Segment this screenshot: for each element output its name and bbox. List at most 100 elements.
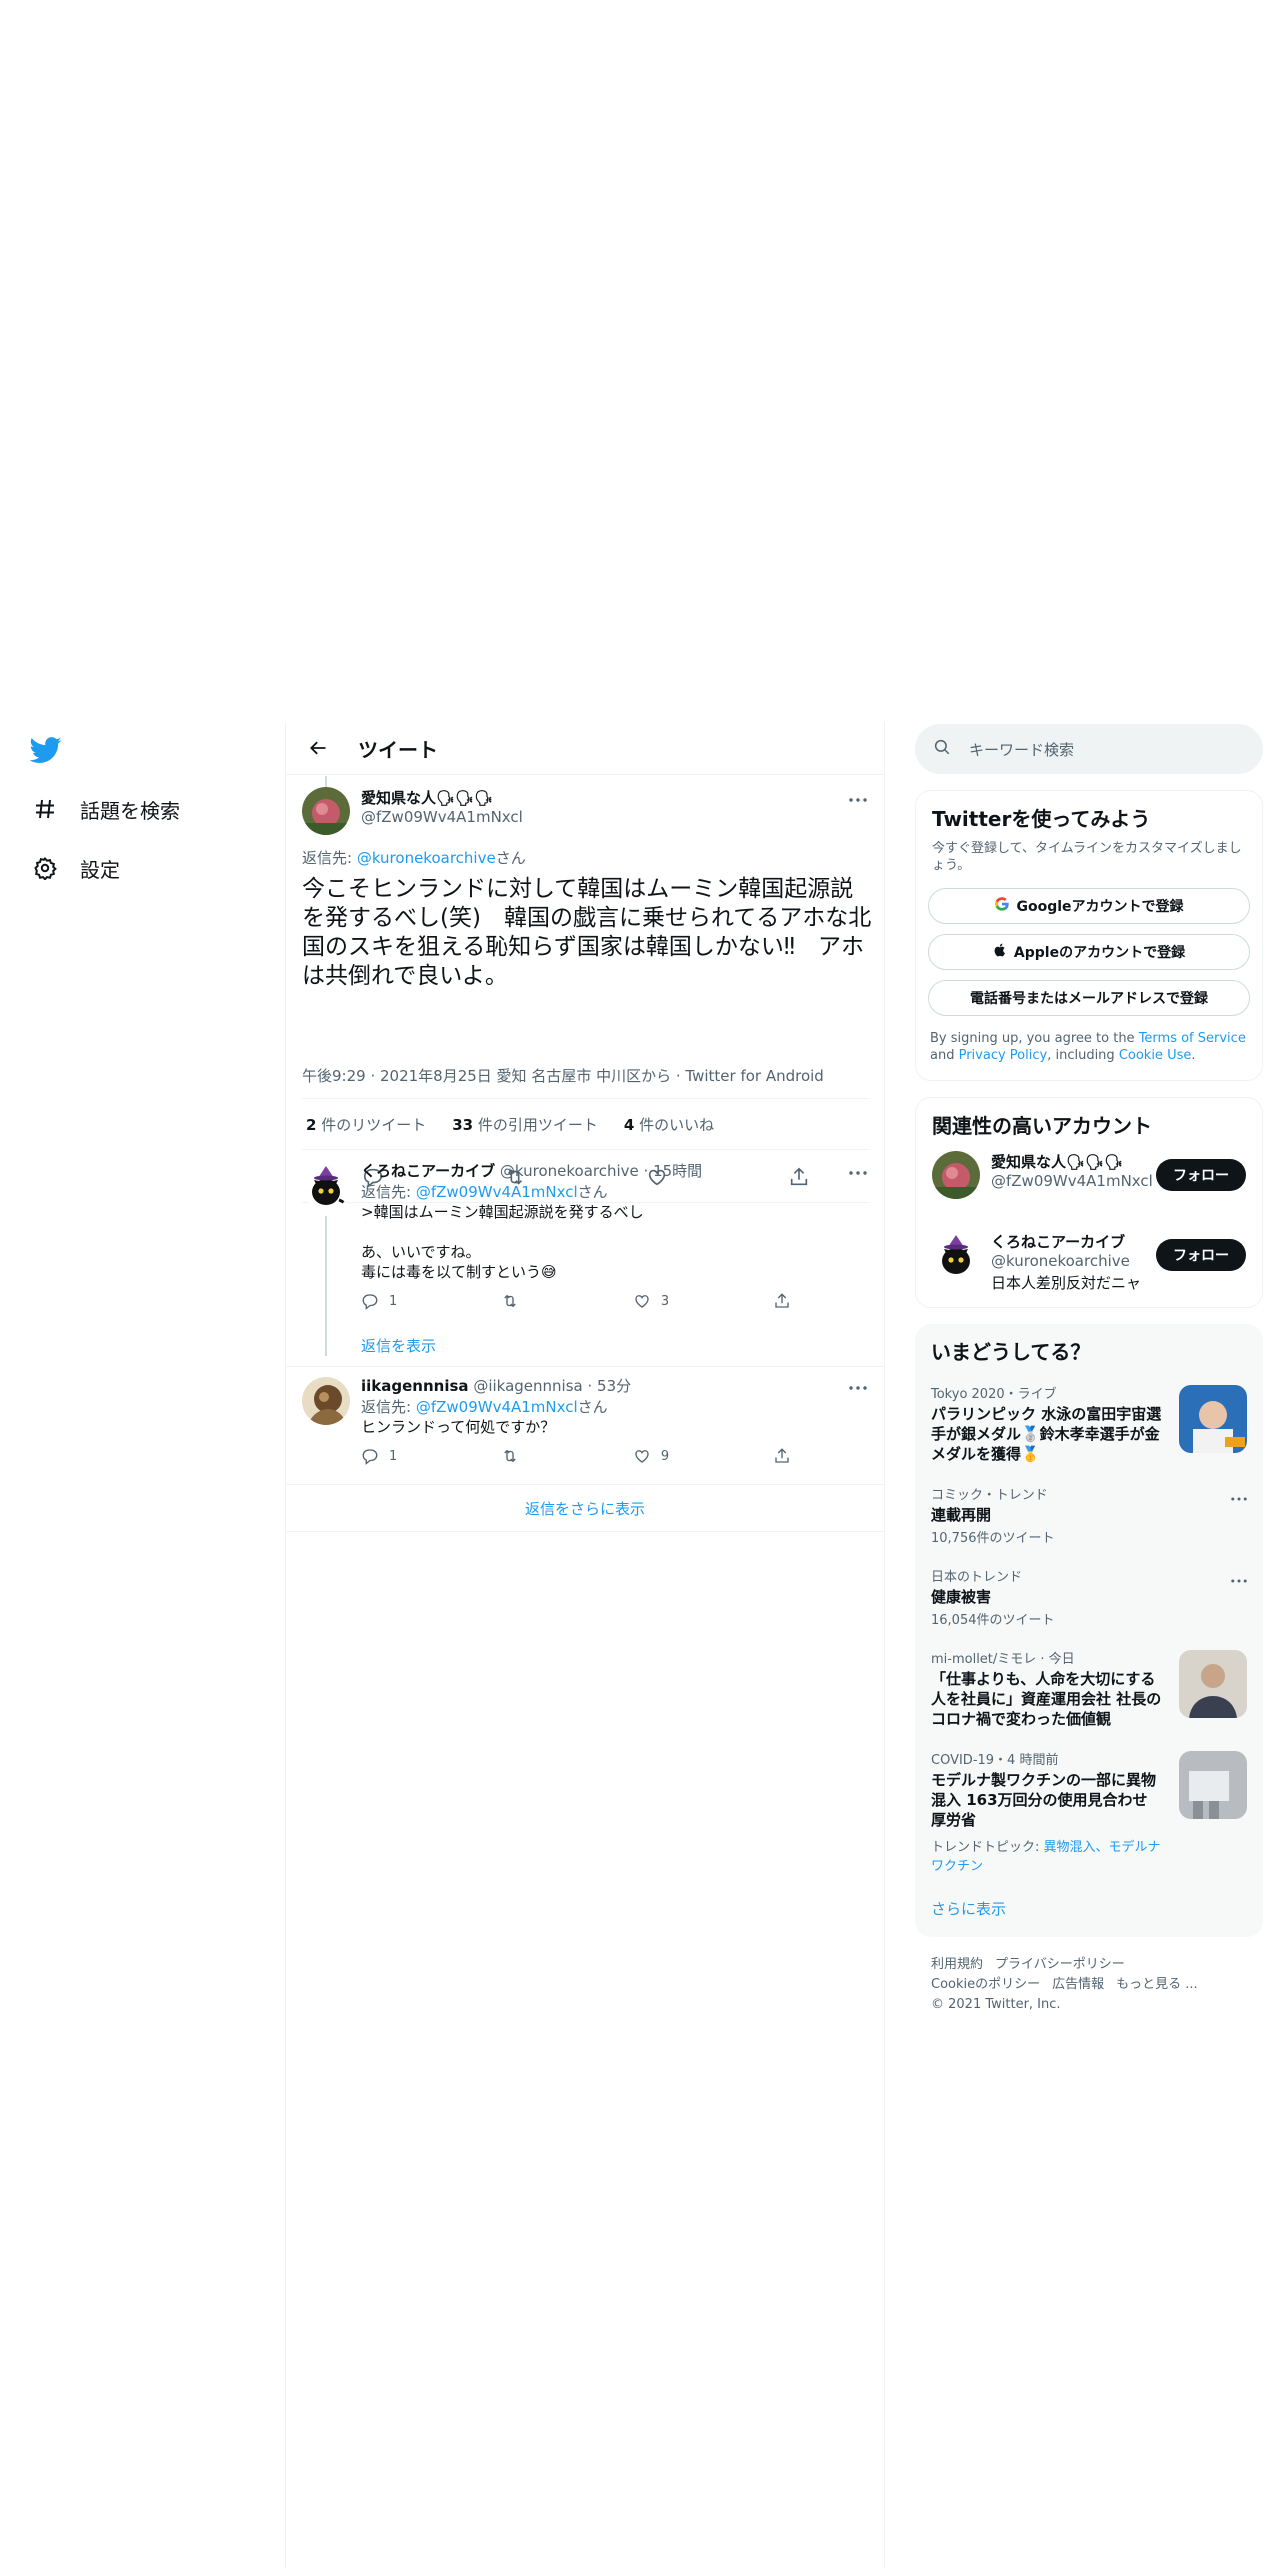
show-replies-link[interactable]: 返信を表示 bbox=[361, 1335, 436, 1356]
retweet-icon[interactable] bbox=[501, 1292, 529, 1310]
reply-suffix: さん bbox=[577, 1398, 608, 1416]
footer-link[interactable]: 広告情報 bbox=[1052, 1977, 1104, 1992]
google-signup-button[interactable]: Googleアカウントで登録 bbox=[928, 888, 1250, 924]
trend-item[interactable]: COVID-19・4 時間前 モデルナ製ワクチンの一部に異物混入 163万回分の… bbox=[915, 1739, 1263, 1884]
likes-stat[interactable]: 4 件のいいね bbox=[624, 1114, 714, 1135]
phone-email-signup-label: 電話番号またはメールアドレスで登録 bbox=[970, 991, 1208, 1007]
more-options-icon[interactable] bbox=[846, 1164, 870, 1182]
more-options-icon[interactable] bbox=[846, 1379, 870, 1397]
terms-link[interactable]: Terms of Service bbox=[1139, 1031, 1246, 1046]
trend-item[interactable]: 日本のトレンド 健康被害 16,054件のツイート bbox=[915, 1556, 1263, 1638]
signup-subtitle: 今すぐ登録して、タイムラインをカスタマイズしましょう。 bbox=[932, 841, 1242, 873]
reply-to-link[interactable]: @fZw09Wv4A1mNxcl bbox=[416, 1398, 578, 1416]
reply-tweet[interactable]: くろねこアーカイブ @kuronekoarchive · 15時間 返信先: @… bbox=[286, 1152, 884, 1356]
related-title: 関連性の高いアカウント bbox=[932, 1114, 1152, 1138]
avatar[interactable] bbox=[302, 787, 350, 835]
show-more-replies-button[interactable]: 返信をさらに表示 bbox=[286, 1484, 884, 1532]
trend-item[interactable]: コミック・トレンド 連載再開 10,756件のツイート bbox=[915, 1474, 1263, 1556]
search-icon bbox=[933, 738, 951, 760]
search-bar[interactable]: キーワード検索 bbox=[915, 724, 1263, 774]
main-column: ツイート 愛知県な人🗣🗣🗣 @fZw09Wv4A1mNxcl 返信先: @kur… bbox=[285, 722, 885, 2568]
follow-button[interactable]: フォロー bbox=[1156, 1159, 1246, 1191]
cookie-link[interactable]: Cookie Use bbox=[1119, 1048, 1192, 1063]
timestamp[interactable]: · 15時間 bbox=[639, 1162, 703, 1180]
more-options-icon[interactable] bbox=[1231, 1568, 1247, 1587]
display-name[interactable]: 愛知県な人🗣🗣🗣 bbox=[361, 787, 523, 808]
trend-context: Tokyo 2020・ライブ bbox=[931, 1387, 1057, 1402]
timestamp[interactable]: · 53分 bbox=[583, 1377, 631, 1395]
display-name[interactable]: くろねこアーカイブ bbox=[991, 1231, 1141, 1252]
trend-item[interactable]: mi-mollet/ミモレ · 今日 「仕事よりも、人命を大切にする人を社員に」… bbox=[915, 1638, 1263, 1739]
footer-link[interactable]: Cookieのポリシー bbox=[931, 1977, 1040, 1992]
tweet-author[interactable]: iikagennnisa @iikagennnisa · 53分 bbox=[361, 1375, 868, 1396]
reply-suffix: さん bbox=[577, 1183, 608, 1201]
trend-title: パラリンピック 水泳の富田宇宙選手が銀メダル🥈鈴木孝幸選手が金メダルを獲得🥇 bbox=[931, 1405, 1162, 1463]
related-accounts-card: 関連性の高いアカウント 愛知県な人🗣🗣🗣 @fZw09Wv4A1mNxcl フォ… bbox=[915, 1097, 1263, 1308]
trends-title: いまどうしてる？ bbox=[931, 1340, 1091, 1364]
footer-link[interactable]: もっと見る ... bbox=[1116, 1977, 1198, 1992]
trend-count: 10,756件のツイート bbox=[931, 1531, 1055, 1546]
reply-prefix: 返信先: bbox=[302, 849, 357, 867]
trend-thumbnail bbox=[1179, 1650, 1247, 1718]
avatar[interactable] bbox=[932, 1231, 980, 1279]
twitter-logo-icon[interactable] bbox=[29, 734, 66, 770]
reply-context: 返信先: @kuronekoarchiveさん bbox=[302, 847, 526, 868]
reply-icon[interactable]: 1 bbox=[361, 1447, 397, 1465]
trend-item[interactable]: Tokyo 2020・ライブ パラリンピック 水泳の富田宇宙選手が銀メダル🥈鈴木… bbox=[915, 1373, 1263, 1474]
reply-icon[interactable]: 1 bbox=[361, 1292, 397, 1310]
reply-tweet[interactable]: iikagennnisa @iikagennnisa · 53分 返信先: @f… bbox=[286, 1367, 884, 1477]
display-name[interactable]: iikagennnisa bbox=[361, 1377, 469, 1395]
hashtag-icon bbox=[30, 794, 60, 824]
trend-count: 16,054件のツイート bbox=[931, 1613, 1055, 1628]
tos-text: , including bbox=[1047, 1048, 1119, 1063]
retweet-icon[interactable] bbox=[501, 1447, 529, 1465]
copyright: © 2021 Twitter, Inc. bbox=[931, 1997, 1061, 2012]
thread-line bbox=[325, 1216, 327, 1356]
privacy-link[interactable]: Privacy Policy bbox=[959, 1048, 1048, 1063]
tos-text: By signing up, you agree to the bbox=[930, 1031, 1139, 1046]
tweet-meta[interactable]: 午後9:29 · 2021年8月25日 愛知 名古屋市 中川区から · Twit… bbox=[302, 1065, 824, 1086]
user-handle[interactable]: @kuronekoarchive bbox=[500, 1162, 639, 1180]
avatar[interactable] bbox=[302, 1162, 350, 1210]
follow-button[interactable]: フォロー bbox=[1156, 1239, 1246, 1271]
trend-thumbnail bbox=[1179, 1385, 1247, 1453]
avatar[interactable] bbox=[932, 1151, 980, 1199]
tweet-author[interactable]: 愛知県な人🗣🗣🗣 @fZw09Wv4A1mNxcl bbox=[361, 787, 523, 826]
trends-show-more[interactable]: さらに表示 bbox=[915, 1884, 1263, 1931]
avatar[interactable] bbox=[302, 1377, 350, 1425]
user-handle[interactable]: @iikagennnisa bbox=[473, 1377, 582, 1395]
tweet-author[interactable]: くろねこアーカイブ @kuronekoarchive · 15時間 bbox=[361, 1160, 868, 1181]
trend-context: COVID-19・4 時間前 bbox=[931, 1753, 1059, 1768]
sidebar-item-settings[interactable]: 設定 bbox=[30, 846, 120, 890]
apple-signup-button[interactable]: Appleのアカウントで登録 bbox=[928, 934, 1250, 970]
footer-link[interactable]: プライバシーポリシー bbox=[995, 1957, 1125, 1972]
phone-email-signup-button[interactable]: 電話番号またはメールアドレスで登録 bbox=[928, 980, 1250, 1016]
reply-prefix: 返信先: bbox=[361, 1183, 416, 1201]
share-icon[interactable] bbox=[773, 1292, 791, 1310]
reply-to-link[interactable]: @fZw09Wv4A1mNxcl bbox=[416, 1183, 578, 1201]
like-icon[interactable]: 9 bbox=[633, 1447, 669, 1465]
like-icon[interactable]: 3 bbox=[633, 1292, 669, 1310]
search-input[interactable]: キーワード検索 bbox=[969, 739, 1074, 760]
retweets-stat[interactable]: 2 件のリツイート bbox=[306, 1114, 426, 1135]
tweet-actions: 1 9 bbox=[361, 1447, 791, 1465]
footer-link[interactable]: 利用規約 bbox=[931, 1957, 983, 1972]
show-more-link[interactable]: さらに表示 bbox=[931, 1900, 1006, 1918]
display-name[interactable]: くろねこアーカイブ bbox=[361, 1162, 495, 1180]
reply-context: 返信先: @fZw09Wv4A1mNxclさん bbox=[361, 1396, 868, 1417]
user-handle[interactable]: @kuronekoarchive bbox=[991, 1252, 1141, 1270]
display-name[interactable]: 愛知県な人🗣🗣🗣 bbox=[991, 1151, 1153, 1172]
reply-to-link[interactable]: @kuronekoarchive bbox=[357, 849, 496, 867]
sidebar-item-explore[interactable]: 話題を検索 bbox=[30, 787, 180, 831]
user-handle[interactable]: @fZw09Wv4A1mNxcl bbox=[361, 808, 523, 826]
account-item[interactable]: 愛知県な人🗣🗣🗣 @fZw09Wv4A1mNxcl フォロー bbox=[916, 1139, 1262, 1219]
like-count: 3 bbox=[660, 1293, 670, 1309]
more-options-icon[interactable] bbox=[846, 791, 870, 809]
share-icon[interactable] bbox=[773, 1447, 791, 1465]
trends-card: いまどうしてる？ Tokyo 2020・ライブ パラリンピック 水泳の富田宇宙選… bbox=[915, 1324, 1263, 1937]
back-arrow-icon[interactable] bbox=[300, 730, 336, 766]
more-options-icon[interactable] bbox=[1231, 1486, 1247, 1505]
user-handle[interactable]: @fZw09Wv4A1mNxcl bbox=[991, 1172, 1153, 1190]
account-item[interactable]: くろねこアーカイブ @kuronekoarchive 日本人差別反対だニャ フォ… bbox=[916, 1219, 1262, 1299]
quotes-stat[interactable]: 33 件の引用ツイート bbox=[452, 1114, 598, 1135]
